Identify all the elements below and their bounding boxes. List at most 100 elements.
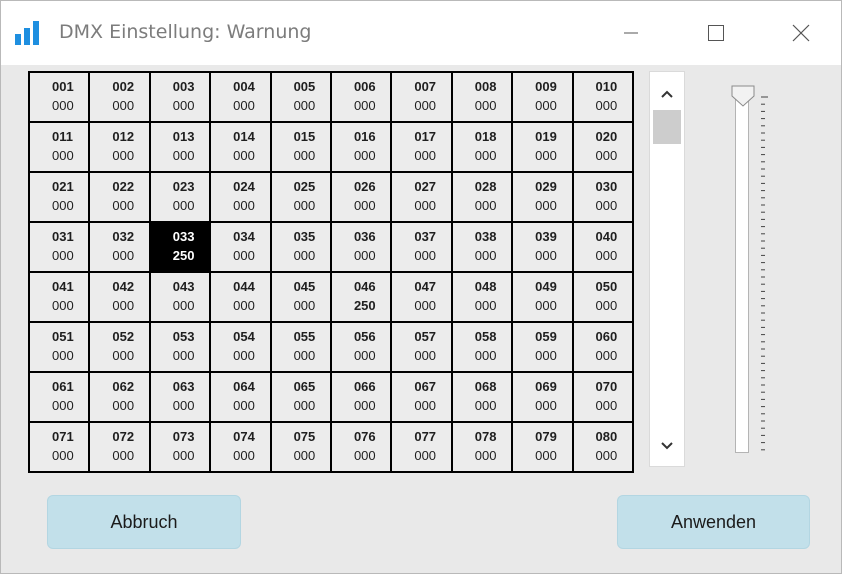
scroll-down-button[interactable] <box>650 434 684 458</box>
channel-cell[interactable]: 070 000 <box>571 371 634 423</box>
channel-cell[interactable]: 008 000 <box>450 71 514 123</box>
channel-cell[interactable]: 074 000 <box>209 421 272 473</box>
channel-cell[interactable]: 010 000 <box>571 71 634 123</box>
channel-cell[interactable]: 043 000 <box>148 271 212 323</box>
channel-cell[interactable]: 050 000 <box>571 271 634 323</box>
channel-cell[interactable]: 020 000 <box>571 121 634 173</box>
channel-cell[interactable]: 037 000 <box>390 221 453 273</box>
channel-cell[interactable]: 017 000 <box>390 121 453 173</box>
channel-cell[interactable]: 032 000 <box>88 221 151 273</box>
channel-cell[interactable]: 028 000 <box>450 171 514 223</box>
channel-cell[interactable]: 021 000 <box>27 171 91 223</box>
channel-cell[interactable]: 042 000 <box>88 271 151 323</box>
channel-value: 000 <box>595 398 618 413</box>
channel-cell[interactable]: 058 000 <box>450 321 514 373</box>
channel-cell[interactable]: 080 000 <box>571 421 634 473</box>
channel-cell[interactable]: 062 000 <box>88 371 151 423</box>
channel-cell[interactable]: 030 000 <box>571 171 634 223</box>
channel-cell[interactable]: 061 000 <box>27 371 91 423</box>
channel-cell[interactable]: 051 000 <box>27 321 91 373</box>
channel-cell[interactable]: 066 000 <box>329 371 393 423</box>
channel-cell[interactable]: 014 000 <box>209 121 272 173</box>
channel-cell[interactable]: 022 000 <box>88 171 151 223</box>
channel-cell[interactable]: 069 000 <box>511 371 574 423</box>
channel-cell[interactable]: 047 000 <box>390 271 453 323</box>
channel-cell[interactable]: 007 000 <box>390 71 453 123</box>
channel-cell[interactable]: 046 250 <box>329 271 393 323</box>
channel-cell[interactable]: 001 000 <box>27 71 91 123</box>
channel-value: 000 <box>535 298 557 313</box>
channel-value: 000 <box>172 148 195 163</box>
channel-cell[interactable]: 064 000 <box>209 371 272 423</box>
channel-cell[interactable]: 031 000 <box>27 221 91 273</box>
value-slider[interactable] <box>721 81 781 461</box>
channel-cell[interactable]: 035 000 <box>269 221 332 273</box>
maximize-button[interactable] <box>693 15 739 51</box>
close-button[interactable] <box>778 15 824 51</box>
channel-cell[interactable]: 003 000 <box>148 71 212 123</box>
channel-cell[interactable]: 041 000 <box>27 271 91 323</box>
cancel-button[interactable]: Abbruch <box>47 495 241 549</box>
channel-cell[interactable]: 055 000 <box>269 321 332 373</box>
channel-cell[interactable]: 056 000 <box>329 321 393 373</box>
grid-vertical-scrollbar[interactable] <box>649 71 685 467</box>
channel-cell[interactable]: 067 000 <box>390 371 453 423</box>
channel-cell[interactable]: 071 000 <box>27 421 91 473</box>
channel-cell[interactable]: 019 000 <box>511 121 574 173</box>
channel-cell[interactable]: 063 000 <box>148 371 212 423</box>
channel-cell[interactable]: 038 000 <box>450 221 514 273</box>
channel-cell[interactable]: 052 000 <box>88 321 151 373</box>
apply-button[interactable]: Anwenden <box>617 495 810 549</box>
channel-cell[interactable]: 059 000 <box>511 321 574 373</box>
channel-cell[interactable]: 011 000 <box>27 121 91 173</box>
channel-cell[interactable]: 040 000 <box>571 221 634 273</box>
channel-cell[interactable]: 005 000 <box>269 71 332 123</box>
channel-cell[interactable]: 060 000 <box>571 321 634 373</box>
slider-handle[interactable] <box>731 85 755 107</box>
channel-cell[interactable]: 024 000 <box>209 171 272 223</box>
channel-cell[interactable]: 025 000 <box>269 171 332 223</box>
channel-cell[interactable]: 045 000 <box>269 271 332 323</box>
channel-cell[interactable]: 034 000 <box>209 221 272 273</box>
channel-cell[interactable]: 078 000 <box>450 421 514 473</box>
channel-cell[interactable]: 027 000 <box>390 171 453 223</box>
channel-cell[interactable]: 049 000 <box>511 271 574 323</box>
title-bar[interactable]: DMX Einstellung: Warnung <box>1 1 841 65</box>
channel-cell[interactable]: 016 000 <box>329 121 393 173</box>
channel-cell[interactable]: 057 000 <box>390 321 453 373</box>
channel-cell[interactable]: 076 000 <box>329 421 393 473</box>
channel-cell[interactable]: 033 250 <box>148 221 212 273</box>
channel-cell[interactable]: 068 000 <box>450 371 514 423</box>
channel-cell[interactable]: 015 000 <box>269 121 332 173</box>
channel-cell[interactable]: 044 000 <box>209 271 272 323</box>
channel-cell[interactable]: 077 000 <box>390 421 453 473</box>
channel-cell[interactable]: 018 000 <box>450 121 514 173</box>
channel-cell[interactable]: 002 000 <box>88 71 151 123</box>
channel-cell[interactable]: 054 000 <box>209 321 272 373</box>
channel-cell[interactable]: 048 000 <box>450 271 514 323</box>
scroll-up-button[interactable] <box>650 82 684 106</box>
channel-cell[interactable]: 029 000 <box>511 171 574 223</box>
channel-cell[interactable]: 013 000 <box>148 121 212 173</box>
channel-cell[interactable]: 079 000 <box>511 421 574 473</box>
channel-cell[interactable]: 075 000 <box>269 421 332 473</box>
channel-cell[interactable]: 004 000 <box>209 71 272 123</box>
channel-cell[interactable]: 026 000 <box>329 171 393 223</box>
channel-cell[interactable]: 053 000 <box>148 321 212 373</box>
channel-cell[interactable]: 012 000 <box>88 121 151 173</box>
channel-cell[interactable]: 009 000 <box>511 71 574 123</box>
channel-cell[interactable]: 073 000 <box>148 421 212 473</box>
channel-cell[interactable]: 039 000 <box>511 221 574 273</box>
channel-cell[interactable]: 072 000 <box>88 421 151 473</box>
channel-cell[interactable]: 006 000 <box>329 71 393 123</box>
channel-number: 078 <box>474 429 497 444</box>
channel-cell[interactable]: 036 000 <box>329 221 393 273</box>
channel-number: 067 <box>414 379 437 394</box>
slider-track[interactable] <box>735 97 749 453</box>
channel-value: 000 <box>52 98 74 113</box>
minimize-button[interactable] <box>608 15 654 51</box>
channel-number: 024 <box>233 179 255 194</box>
channel-cell[interactable]: 065 000 <box>269 371 332 423</box>
scroll-thumb[interactable] <box>653 110 681 144</box>
channel-cell[interactable]: 023 000 <box>148 171 212 223</box>
